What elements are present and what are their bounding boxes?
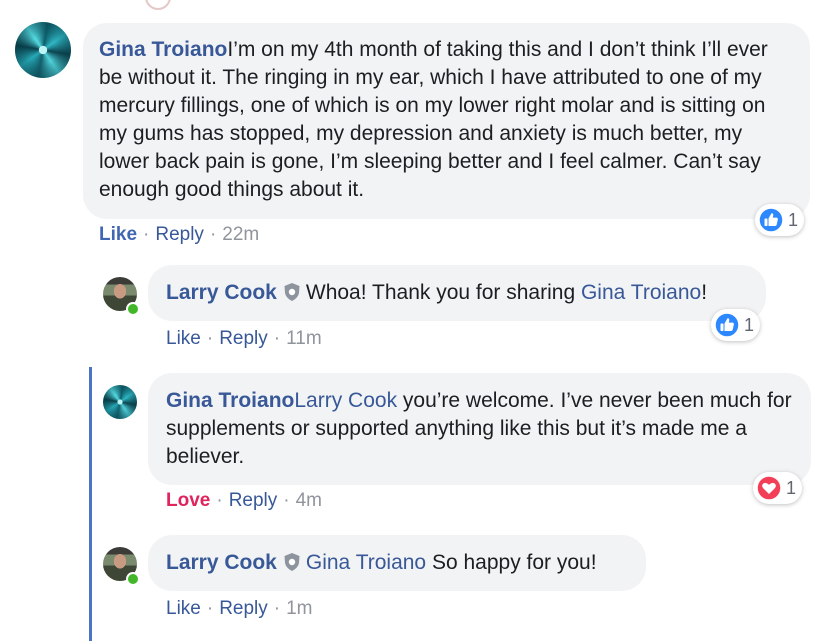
comment-actions: Like · Reply · 22m <box>99 223 259 247</box>
reply-button[interactable]: Reply <box>155 224 204 245</box>
reply-bubble: Gina TroianoLarry Cook you’re welcome. I… <box>148 373 811 485</box>
comment-time[interactable]: 4m <box>296 490 322 511</box>
separator: · <box>273 328 281 349</box>
comment-text-end: ! <box>701 281 708 304</box>
mention-link[interactable]: Gina Troiano <box>581 281 701 304</box>
comment-actions: Like · Reply · 11m <box>166 327 322 351</box>
like-button[interactable]: Like <box>166 328 201 349</box>
reaction-count[interactable]: 1 <box>755 204 805 236</box>
separator: · <box>206 598 214 619</box>
mention-link[interactable]: Gina Troiano <box>306 551 426 574</box>
reaction-count-text: 1 <box>788 209 799 230</box>
comment-actions: Like · Reply · 1m <box>166 597 313 621</box>
like-button[interactable]: Like <box>166 598 201 619</box>
reaction-count-text: 1 <box>786 477 797 498</box>
love-icon <box>756 475 782 501</box>
comment-text: I’m on my 4th month of taking this and I… <box>99 38 768 201</box>
comment-time[interactable]: 22m <box>222 224 259 245</box>
comment-actions: Love · Reply · 4m <box>166 489 322 513</box>
comment-author[interactable]: Larry Cook <box>166 281 277 304</box>
avatar[interactable] <box>15 22 71 78</box>
thread-line <box>89 367 92 641</box>
comment-author[interactable]: Larry Cook <box>166 551 277 574</box>
reply-button[interactable]: Reply <box>229 490 278 511</box>
reaction-count-text: 1 <box>744 314 755 335</box>
previous-reaction-stub <box>145 0 171 10</box>
online-status-dot <box>126 302 140 316</box>
like-icon <box>758 207 784 233</box>
comment-text: So happy for you! <box>426 551 597 574</box>
separator: · <box>143 224 150 245</box>
admin-shield-icon <box>284 553 300 571</box>
comment-time[interactable]: 11m <box>286 328 322 349</box>
comment-author[interactable]: Gina Troiano <box>166 389 294 412</box>
separator: · <box>209 224 217 245</box>
separator: · <box>206 328 214 349</box>
avatar[interactable] <box>103 385 137 419</box>
comment-time[interactable]: 1m <box>286 598 312 619</box>
online-status-dot <box>126 572 140 586</box>
admin-shield-icon <box>284 283 300 301</box>
separator: · <box>216 490 223 511</box>
reply-bubble: Larry Cook Whoa! Thank you for sharing Gi… <box>148 265 766 321</box>
comment-text: Whoa! Thank you for sharing <box>305 281 581 304</box>
reply-bubble: Larry Cook Gina Troiano So happy for you! <box>148 535 646 591</box>
reply-button[interactable]: Reply <box>219 598 268 619</box>
comment-author[interactable]: Gina Troiano <box>99 38 227 61</box>
separator: · <box>283 490 290 511</box>
like-icon <box>714 312 740 338</box>
comment-bubble: Gina TroianoI’m on my 4th month of takin… <box>83 23 810 219</box>
reaction-count[interactable]: 1 <box>711 309 761 341</box>
reply-button[interactable]: Reply <box>219 328 268 349</box>
love-button[interactable]: Love <box>166 490 210 511</box>
reaction-count[interactable]: 1 <box>753 472 803 504</box>
mention-link[interactable]: Larry Cook <box>294 389 397 412</box>
like-button[interactable]: Like <box>99 224 137 245</box>
separator: · <box>273 598 281 619</box>
